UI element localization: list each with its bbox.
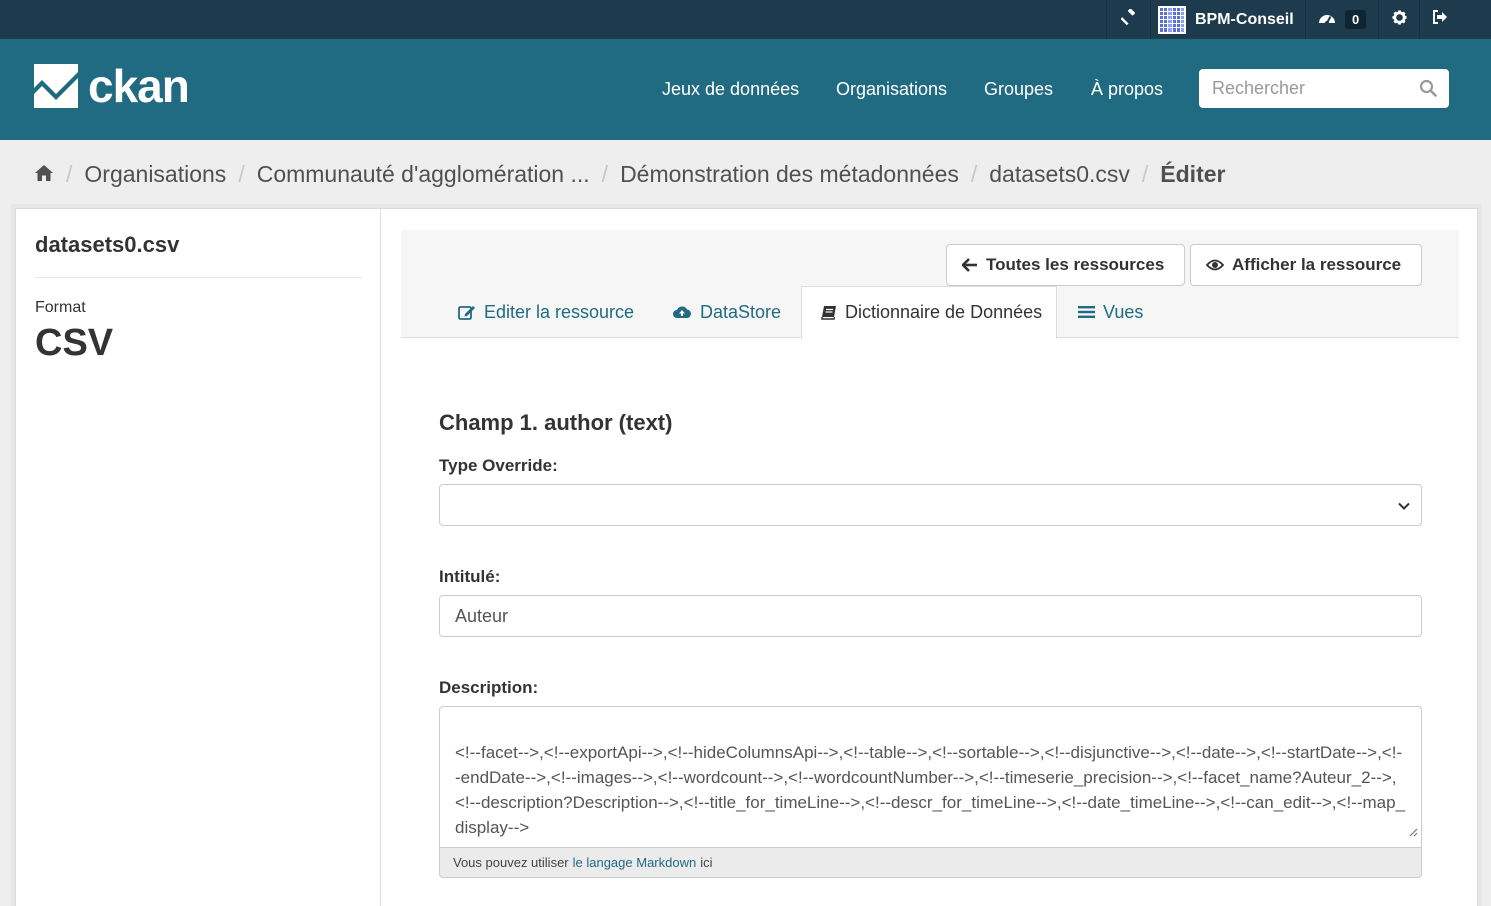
breadcrumb-separator: / [238,160,245,187]
breadcrumb-resource[interactable]: datasets0.csv [989,161,1130,188]
format-value: CSV [35,322,114,364]
content-wrapper: datasets0.csv Format CSV Toutes les ress… [15,208,1478,906]
description-value: <!--facet-->,<!--exportApi-->,<!--hideCo… [455,743,1406,837]
dashboard-icon [1318,10,1336,29]
search-icon[interactable] [1419,79,1437,102]
gavel-icon [1119,8,1137,30]
user-name: BPM-Conseil [1195,10,1294,28]
avatar [1158,5,1186,34]
all-resources-label: Toutes les ressources [986,255,1165,274]
breadcrumb-separator: / [1141,160,1149,187]
nav-about[interactable]: À propos [1091,39,1163,140]
ckan-logo[interactable]: ckan [34,60,190,112]
markdown-help-prefix: Vous pouvez utiliser [453,855,569,870]
nav-organizations[interactable]: Organisations [836,39,947,140]
tab-data-dictionary-label: Dictionnaire de Données [845,302,1043,322]
type-override-label: Type Override: [439,456,558,475]
breadcrumb-active[interactable]: Éditer [1160,161,1225,188]
ckan-logo-text: ckan [88,60,190,112]
markdown-help-suffix: ici [700,855,713,870]
gear-icon [1391,9,1407,30]
description-textarea[interactable]: <!--facet-->,<!--exportApi-->,<!--hideCo… [439,706,1422,847]
site-search [1199,69,1449,108]
type-override-select[interactable] [439,484,1422,526]
eye-icon [1206,259,1224,271]
breadcrumb-separator: / [601,160,609,187]
tab-datastore[interactable]: DataStore [653,286,800,338]
search-input[interactable] [1199,69,1409,108]
home-icon[interactable] [34,161,54,188]
nav-groups[interactable]: Groupes [984,39,1053,140]
breadcrumb-organizations[interactable]: Organisations [84,161,226,188]
format-label: Format [35,299,86,316]
resize-handle-icon[interactable] [1408,794,1418,844]
markdown-help: Vous pouvez utiliser le langage Markdown… [439,847,1422,878]
sysadmin-tools-link[interactable] [1106,0,1150,39]
arrow-left-icon [962,258,978,272]
masthead: ckan Jeux de données Organisations Group… [0,39,1491,140]
resource-sidebar: datasets0.csv Format CSV [16,209,381,906]
tab-edit-resource-label: Editer la ressource [484,301,635,322]
breadcrumb-dataset[interactable]: Démonstration des métadonnées [620,161,959,188]
ckan-logo-icon [34,64,78,108]
all-resources-button[interactable]: Toutes les ressources [946,244,1185,286]
sign-out-icon [1432,10,1448,29]
account-masthead: BPM-Conseil 0 [0,0,1491,39]
page-header: Toutes les ressources Afficher la ressou… [401,230,1459,339]
tab-views[interactable]: Vues [1059,286,1162,338]
cloud-upload-icon [672,305,692,319]
view-resource-label: Afficher la ressource [1232,255,1402,274]
book-icon [821,305,837,320]
breadcrumb: / Organisations / Communauté d'aggloméra… [34,158,1225,190]
label-field-label: Intitulé: [439,567,501,586]
primary-content: Toutes les ressources Afficher la ressou… [401,230,1459,906]
dashboard-link[interactable]: 0 [1305,0,1378,39]
field-title: Champ 1. author (text) [439,410,673,435]
sidebar-resource-title: datasets0.csv [35,232,180,257]
list-icon [1078,305,1095,319]
breadcrumb-separator: / [66,160,73,187]
breadcrumb-organization[interactable]: Communauté d'agglomération ... [257,161,590,188]
tab-edit-resource[interactable]: Editer la ressource [439,286,653,338]
tab-data-dictionary[interactable]: Dictionnaire de Données [801,286,1057,339]
tab-views-label: Vues [1103,301,1144,322]
settings-link[interactable] [1378,0,1419,39]
chevron-down-icon [1397,499,1411,518]
logout-link[interactable] [1419,0,1459,39]
markdown-help-link[interactable]: le langage Markdown [573,855,697,870]
breadcrumb-separator: / [970,160,978,187]
tab-datastore-label: DataStore [700,301,782,322]
description-label: Description: [439,678,539,697]
view-resource-button[interactable]: Afficher la ressource [1190,244,1422,286]
dashboard-count-badge: 0 [1345,10,1367,29]
nav-datasets[interactable]: Jeux de données [662,39,799,140]
user-link[interactable]: BPM-Conseil [1150,0,1305,39]
sidebar-divider [35,277,362,278]
edit-icon [458,304,476,320]
label-input[interactable]: Auteur [439,595,1422,637]
